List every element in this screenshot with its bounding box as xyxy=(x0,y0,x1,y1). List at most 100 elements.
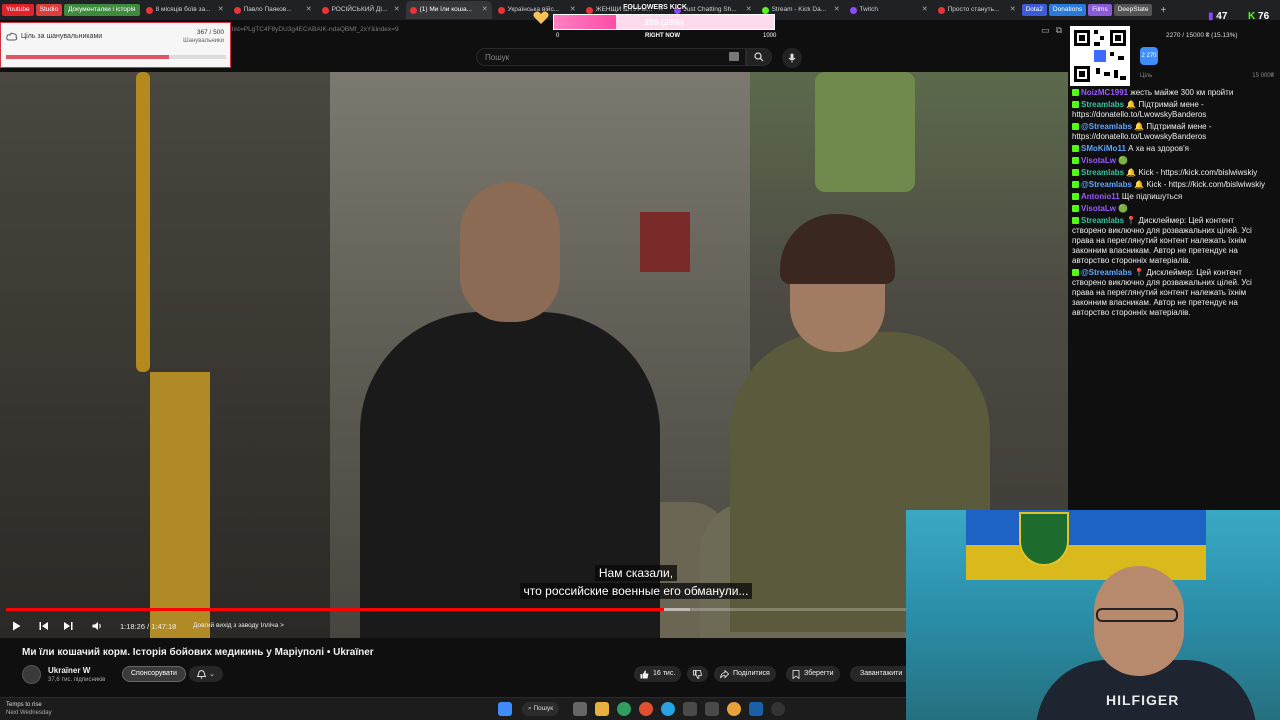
like-count: 16 тис. xyxy=(653,670,676,677)
like-button[interactable]: 16 тис. xyxy=(634,666,682,682)
edge-icon[interactable] xyxy=(617,702,631,716)
save-button[interactable]: Зберегти xyxy=(786,666,840,682)
taskbar-search[interactable]: ⌕ Пошук xyxy=(522,702,560,716)
url-text[interactable]: list=PLgTC4F8yDU3g4ECABAIK-ndaQBMf_2xY&i… xyxy=(232,26,399,33)
cast-icon[interactable]: ▭ xyxy=(1041,25,1050,36)
notifications-button[interactable]: ⌄ xyxy=(189,666,223,682)
subtitle-line-1: Нам сказали, xyxy=(594,565,678,581)
previous-icon xyxy=(39,622,48,630)
subscriber-count: 37,6 тис. підписників xyxy=(48,677,106,683)
bookmark-films[interactable]: Films xyxy=(1088,4,1112,16)
chat-username[interactable]: SMoKiMo11 xyxy=(1081,144,1126,153)
app-icon[interactable] xyxy=(639,702,653,716)
followers-mid-label: RIGHT NOW xyxy=(645,33,680,39)
bookmark-studio[interactable]: Studio xyxy=(35,4,63,16)
tab-label: Stream - Kick Da... xyxy=(771,6,827,13)
close-icon[interactable]: ✕ xyxy=(394,1,400,19)
search-placeholder: Пошук xyxy=(485,53,510,62)
chat-username[interactable]: @Streamlabs xyxy=(1081,180,1132,189)
telegram-icon[interactable] xyxy=(661,702,675,716)
next-button[interactable] xyxy=(62,620,74,632)
volume-button[interactable] xyxy=(91,620,103,632)
youtube-favicon-icon xyxy=(233,6,241,14)
close-icon[interactable]: ✕ xyxy=(306,1,312,19)
tab-2[interactable]: Павло Паяков... ✕ xyxy=(230,1,316,19)
obs-icon[interactable] xyxy=(771,702,785,716)
channel-name[interactable]: Ukraїner W xyxy=(48,666,90,675)
screen: Youtube Studio Документалки і історія 8 … xyxy=(0,0,1280,720)
tab-3[interactable]: РОСІЙСЬКИЙ ДІ... ✕ xyxy=(318,1,404,19)
steam-icon[interactable] xyxy=(749,702,763,716)
app3-icon[interactable] xyxy=(705,702,719,716)
voice-search-button[interactable] xyxy=(782,48,802,68)
previous-button[interactable] xyxy=(38,620,50,632)
tab-10[interactable]: Просто стануть... ✕ xyxy=(934,1,1020,19)
goal-progress-fill xyxy=(6,55,169,59)
cloud-icon xyxy=(6,32,18,41)
tab-1[interactable]: 8 місяців боїв за... ✕ xyxy=(142,1,228,19)
tab-active[interactable]: (1) Ми їли коша... ✕ xyxy=(405,1,492,19)
followers-title: FOLLOWERS KICK xyxy=(623,4,687,11)
chapter-title[interactable]: Довгий вихід з заводу Ілліча > xyxy=(193,622,284,629)
weather-sub: Next Wednesday xyxy=(6,710,52,716)
followers-min: 0 xyxy=(556,33,560,39)
bookmark-donations[interactable]: Donations xyxy=(1048,4,1087,16)
close-icon[interactable]: ✕ xyxy=(1010,1,1016,19)
viewers-b-icon: K 76 xyxy=(1248,11,1270,22)
download-label: Завантажити xyxy=(860,670,903,677)
extension-icon[interactable]: ⧉ xyxy=(1056,25,1062,36)
dislike-button[interactable] xyxy=(687,666,708,682)
badge-icon xyxy=(1072,89,1079,96)
start-icon[interactable] xyxy=(498,702,512,716)
search-input[interactable]: Пошук xyxy=(476,48,746,66)
chat-username[interactable]: VisotaLw xyxy=(1081,204,1116,213)
tab-9[interactable]: Twitch ✕ xyxy=(846,1,932,19)
chat-username[interactable]: Streamlabs xyxy=(1081,168,1124,177)
close-icon[interactable]: ✕ xyxy=(922,1,928,19)
chat-username[interactable]: Antonio11 xyxy=(1081,192,1120,201)
chat-message: @Streamlabs 📍 Дисклеймер: Цей контент ст… xyxy=(1068,268,1276,320)
seek-bar[interactable] xyxy=(6,608,906,611)
youtube-favicon-icon xyxy=(321,6,329,14)
youtube-favicon-icon xyxy=(145,6,153,14)
chat-message: VisotaLw 🟢 xyxy=(1068,156,1276,168)
goal-label: Ціль за шанувальниками xyxy=(21,33,103,40)
chrome-icon[interactable] xyxy=(727,702,741,716)
fund-max: 15 000₴ xyxy=(1252,73,1274,79)
keyboard-icon[interactable] xyxy=(729,52,739,61)
chat-username[interactable]: Streamlabs xyxy=(1081,100,1124,109)
bookmark-deepstate[interactable]: DeepState xyxy=(1113,4,1153,16)
chat-message: @Streamlabs 🔔 Kick - https://kick.com/bi… xyxy=(1068,180,1276,192)
close-icon[interactable]: ✕ xyxy=(482,1,488,19)
chat-username[interactable]: @Streamlabs xyxy=(1081,122,1132,131)
chat-username[interactable]: @Streamlabs xyxy=(1081,268,1132,277)
tab-label: Павло Паяков... xyxy=(243,6,292,13)
app2-icon[interactable] xyxy=(683,702,697,716)
download-button[interactable]: Завантажити xyxy=(850,666,906,682)
play-button[interactable] xyxy=(10,620,22,632)
search-button[interactable] xyxy=(746,48,772,66)
avatar[interactable] xyxy=(22,665,41,684)
share-label: Поділитися xyxy=(733,670,770,677)
fund-badge: 2 270 xyxy=(1140,47,1158,65)
chat-panel[interactable]: NoizMC1991 жесть майже 300 км пройти Stre… xyxy=(1068,88,1276,508)
task-view-icon[interactable] xyxy=(573,702,587,716)
sponsor-button[interactable]: Спонсорувати xyxy=(122,666,186,682)
weather-widget[interactable]: Temps to rise Next Wednesday xyxy=(6,701,52,717)
share-icon xyxy=(720,669,729,678)
share-button[interactable]: Поділитися xyxy=(714,666,776,682)
bookmark-docs[interactable]: Документалки і історія xyxy=(64,4,140,16)
chat-username[interactable]: Streamlabs xyxy=(1081,216,1124,225)
close-icon[interactable]: ✕ xyxy=(218,1,224,19)
file-explorer-icon[interactable] xyxy=(595,702,609,716)
chevron-down-icon: ⌄ xyxy=(209,671,215,678)
new-tab-icon[interactable]: + xyxy=(1154,5,1172,16)
goal-sub: Шанувальники xyxy=(183,38,224,44)
bookmark-youtube[interactable]: Youtube xyxy=(2,4,34,16)
thumbs-up-icon xyxy=(640,670,649,678)
bookmark-dota2[interactable]: Dota2 xyxy=(1021,4,1047,16)
close-icon[interactable]: ✕ xyxy=(834,1,840,19)
tab-label: РОСІЙСЬКИЙ ДІ... xyxy=(331,6,388,13)
chat-username[interactable]: VisotaLw xyxy=(1081,156,1116,165)
chat-username[interactable]: NoizMC1991 xyxy=(1081,88,1128,97)
